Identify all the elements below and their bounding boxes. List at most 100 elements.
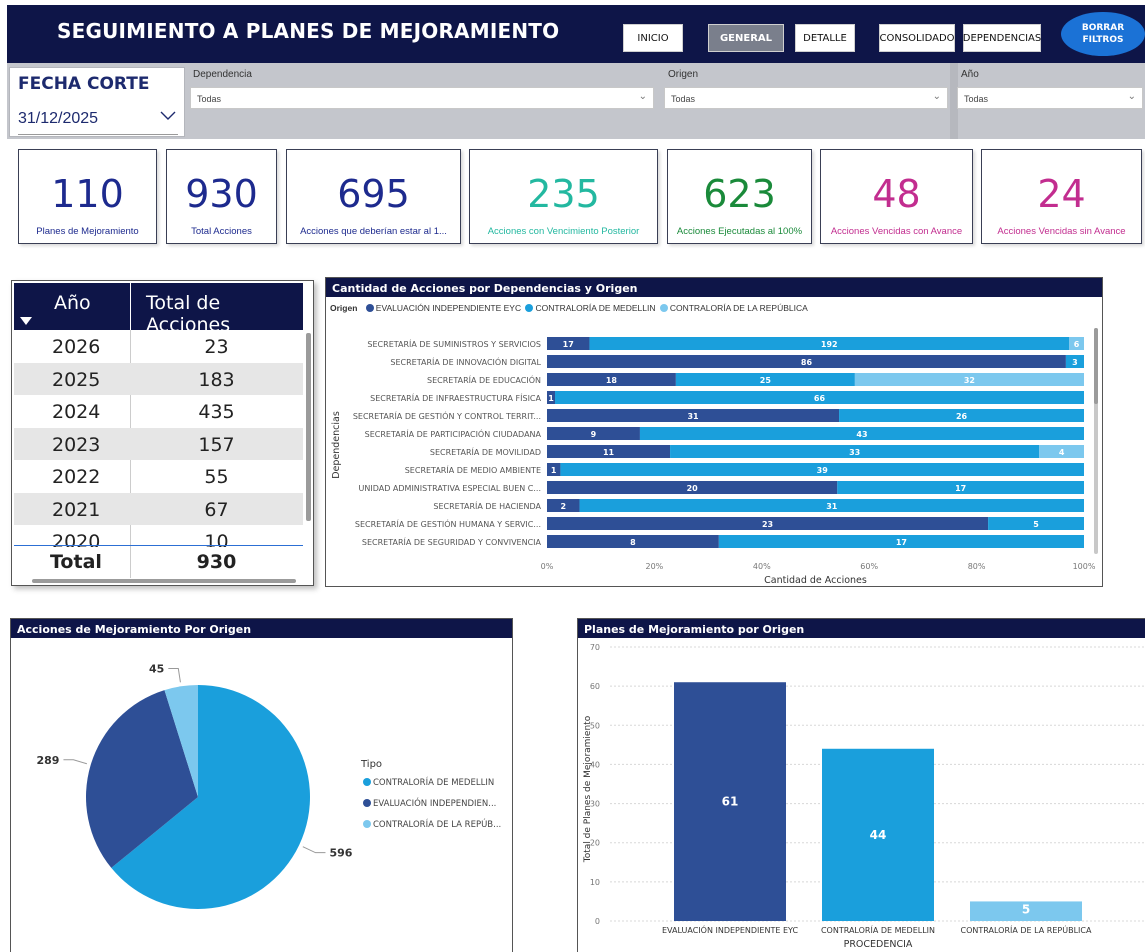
- data-label: 66: [814, 394, 826, 403]
- x-tick-label: 40%: [753, 562, 771, 571]
- chevron-down-icon[interactable]: ⌄: [933, 91, 941, 102]
- leader-line: [302, 846, 326, 854]
- chevron-down-icon[interactable]: [160, 108, 176, 124]
- data-label: 9: [591, 430, 597, 439]
- nav-inicio-button[interactable]: INICIO: [623, 24, 683, 52]
- y-tick-label: 0: [595, 917, 600, 926]
- category-label: CONTRALORÍA DE MEDELLIN: [821, 924, 935, 935]
- pie-chart: 596 289 45 Tipo CONTRALORÍA DE MEDELLIN EVALU…: [36, 662, 501, 909]
- chevron-down-icon[interactable]: ⌄: [1128, 91, 1136, 102]
- legend-dot-icon: [363, 778, 371, 786]
- category-label: SECRETARÍA DE EDUCACIÓN: [427, 374, 541, 385]
- data-label: 31: [826, 502, 838, 511]
- data-label: 61: [722, 795, 739, 809]
- data-label: 23: [762, 520, 773, 529]
- vertical-scrollbar[interactable]: [306, 333, 311, 521]
- fecha-corte-underline: [18, 134, 178, 135]
- table-row[interactable]: 2021 67: [14, 492, 303, 525]
- kpi-value: 235: [527, 172, 600, 216]
- y-tick-label: 10: [590, 878, 600, 887]
- chevron-down-icon[interactable]: ⌄: [639, 91, 647, 102]
- pie-panel: Acciones de Mejoramiento Por Origen 596 2…: [10, 618, 513, 952]
- kpi-ejecutadas-card: 623 Acciones Ejecutadas al 100%: [667, 149, 812, 244]
- anio-value: Todas: [964, 94, 989, 104]
- sort-descending-icon[interactable]: [20, 317, 32, 325]
- data-label: 8: [630, 538, 636, 547]
- table-row[interactable]: 2026 23: [14, 330, 303, 363]
- total-divider: [14, 545, 303, 546]
- nav-consolidado-button[interactable]: CONSOLIDADO: [879, 24, 955, 52]
- page-title: SEGUIMIENTO A PLANES DE MEJORAMIENTO: [57, 19, 560, 43]
- chart-scrollbar-thumb: [1094, 328, 1098, 404]
- data-label: 4: [1059, 448, 1065, 457]
- anio-dropdown[interactable]: Todas ⌄: [957, 87, 1143, 109]
- pie-chart-title: Acciones de Mejoramiento Por Origen: [11, 619, 512, 638]
- total-label: Total: [50, 551, 102, 573]
- category-label: SECRETARÍA DE GESTIÓN Y CONTROL TERRIT..…: [353, 410, 541, 421]
- kpi-label: Acciones Vencidas sin Avance: [997, 226, 1126, 237]
- data-label: 5: [1033, 520, 1039, 529]
- table-row[interactable]: 2025 183: [14, 362, 303, 395]
- kpi-label: Total Acciones: [191, 226, 252, 237]
- slice-value-label: 45: [149, 662, 164, 675]
- kpi-label: Acciones que deberían estar al 1...: [300, 226, 447, 237]
- kpi-value: 930: [185, 172, 258, 216]
- fecha-corte-label: FECHA CORTE: [18, 74, 150, 94]
- legend-item: EVALUACIÓN INDEPENDIEN...: [373, 797, 496, 809]
- data-label: 43: [856, 430, 867, 439]
- category-label: SECRETARÍA DE INFRAESTRUCTURA FÍSICA: [370, 392, 541, 403]
- slice-value-label: 596: [329, 847, 352, 860]
- nav-dependencias-button[interactable]: DEPENDENCIAS: [963, 24, 1041, 52]
- table-body[interactable]: 2026 23 2025 183 2024 435 2023 157 2022 55 20…: [14, 330, 303, 547]
- horizontal-scrollbar[interactable]: [32, 579, 296, 583]
- leader-line: [63, 759, 88, 765]
- y-tick-label: 60: [590, 682, 600, 691]
- x-tick-label: 0%: [541, 562, 554, 571]
- kpi-vencidas-sin-avance-card: 24 Acciones Vencidas sin Avance: [981, 149, 1142, 244]
- data-label: 17: [563, 340, 574, 349]
- year-cell: 2022: [52, 466, 101, 488]
- category-label: UNIDAD ADMINISTRATIVA ESPECIAL BUEN C...: [359, 484, 541, 493]
- kpi-label: Planes de Mejoramiento: [36, 226, 139, 237]
- table-row[interactable]: 2024 435: [14, 395, 303, 428]
- data-label: 31: [687, 412, 699, 421]
- column-chart: 01020304050607061EVALUACIÓN INDEPENDIENT…: [583, 643, 1145, 950]
- leader-line: [168, 667, 181, 683]
- nav-general-button[interactable]: GENERAL: [708, 24, 784, 52]
- origen-dropdown[interactable]: Todas ⌄: [664, 87, 948, 109]
- x-tick-label: 100%: [1073, 562, 1096, 571]
- clear-filters-button[interactable]: BORRAR FILTROS: [1061, 12, 1145, 56]
- year-cell: 2023: [52, 433, 101, 456]
- anio-label: Año: [961, 69, 979, 80]
- nav-detalle-button[interactable]: DETALLE: [795, 24, 855, 52]
- stacked-chart-title: Cantidad de Acciones por Dependencias y …: [326, 278, 1102, 297]
- column-header-anio[interactable]: Año: [54, 292, 91, 314]
- data-label: 11: [603, 448, 615, 457]
- dependencia-dropdown[interactable]: Todas ⌄: [190, 87, 654, 109]
- x-tick-label: 20%: [646, 562, 664, 571]
- fecha-corte-slicer[interactable]: FECHA CORTE 31/12/2025: [9, 67, 185, 137]
- kpi-acciones-deberian-card: 695 Acciones que deberían estar al 1...: [286, 149, 461, 244]
- kpi-vencimiento-posterior-card: 235 Acciones con Vencimiento Posterior: [469, 149, 658, 244]
- legend-item: CONTRALORÍA DE LA REPÚB...: [373, 818, 501, 830]
- kpi-planes-card: 110 Planes de Mejoramiento: [18, 149, 157, 244]
- data-label: 25: [760, 376, 772, 385]
- table-row[interactable]: 2020 10: [14, 525, 303, 547]
- table-row[interactable]: 2022 55: [14, 460, 303, 493]
- x-tick-label: 60%: [860, 562, 878, 571]
- column-panel: Planes de Mejoramiento por Origen 0 10 20 3…: [577, 618, 1145, 952]
- x-tick-label: 80%: [968, 562, 986, 571]
- year-cell: 2021: [52, 498, 101, 521]
- category-label: SECRETARÍA DE MOVILIDAD: [430, 446, 541, 457]
- data-label: 1: [548, 394, 554, 403]
- legend-dot-icon: [363, 820, 371, 828]
- table-row[interactable]: 2023 157: [14, 427, 303, 460]
- fecha-corte-value[interactable]: 31/12/2025: [18, 110, 98, 128]
- slice-value-label: 289: [36, 754, 59, 767]
- filter-bar: FECHA CORTE 31/12/2025 Dependencia Todas…: [7, 63, 1145, 139]
- data-label: 192: [821, 340, 838, 349]
- data-label: 32: [964, 376, 975, 385]
- column-chart-title: Planes de Mejoramiento por Origen: [578, 619, 1145, 638]
- stacked-bar-panel: Cantidad de Acciones por Dependencias y …: [325, 277, 1103, 587]
- year-table: Año Total de Acciones 2026 23 2025 183 202…: [11, 280, 314, 586]
